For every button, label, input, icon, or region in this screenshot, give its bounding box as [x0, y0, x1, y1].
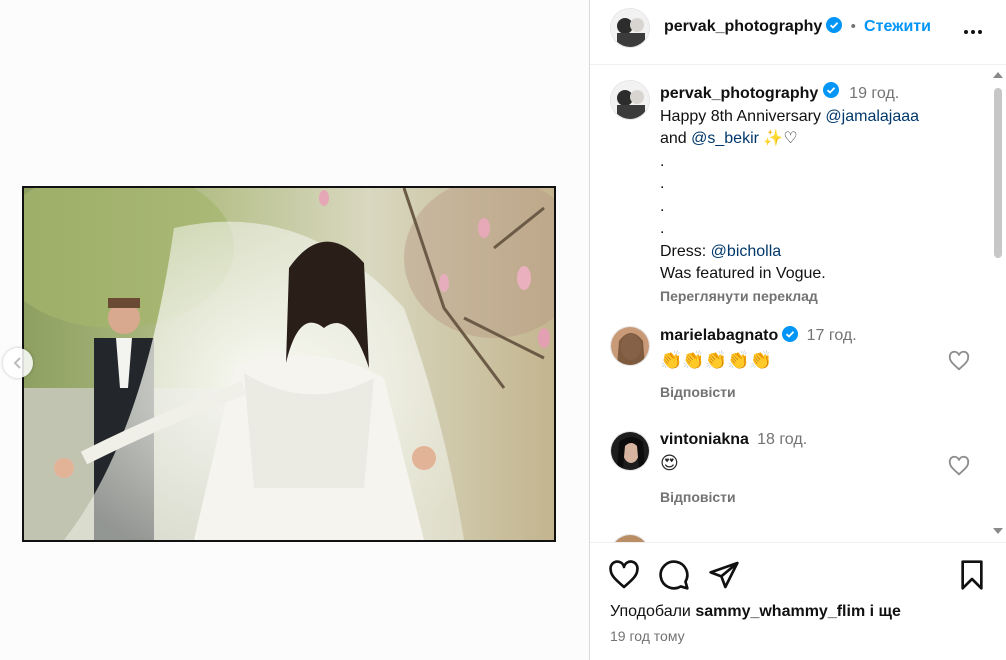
comment-text: 😍: [660, 453, 679, 473]
like-comment-button[interactable]: [948, 350, 970, 372]
caption-avatar[interactable]: [610, 80, 650, 120]
avatar-image: [611, 432, 649, 470]
comment-body: marielabagnato 17 год. 👏👏👏👏👏 Відповісти: [660, 326, 920, 400]
post-username[interactable]: pervak_photography: [664, 18, 822, 35]
caption-dot: .: [660, 197, 665, 215]
like-comment-button[interactable]: [948, 455, 970, 477]
comment-time[interactable]: 17 год.: [807, 327, 857, 344]
bookmark-icon: [961, 560, 983, 590]
header-user-row: pervak_photography • Стежити: [664, 17, 931, 37]
reply-button[interactable]: Відповісти: [660, 489, 736, 505]
comment-item: vintoniakna 18 год. 😍 Відповісти: [590, 431, 990, 511]
likes-suffix[interactable]: і ще: [865, 603, 901, 620]
comment-time[interactable]: 18 год.: [757, 431, 807, 448]
share-button[interactable]: [708, 559, 740, 591]
caption-dress-line: Dress: @bicholla: [660, 241, 980, 264]
caption-header: pervak_photography 19 год.: [660, 82, 980, 106]
separator-dot: •: [850, 17, 856, 35]
caption-text: and: [660, 130, 692, 147]
sparkle-emoji: ✨: [763, 130, 784, 147]
comment-username[interactable]: vintoniakna: [660, 431, 749, 448]
caption-vogue-line: Was featured in Vogue.: [660, 265, 826, 282]
scroll-up-arrow[interactable]: [993, 72, 1003, 78]
see-translation-link[interactable]: Переглянути переклад: [660, 286, 980, 306]
caption-line-1: Happy 8th Anniversary @jamalajaaa: [660, 106, 980, 129]
comments-scroll-area[interactable]: pervak_photography 19 год. Happy 8th Ann…: [590, 66, 1006, 542]
post-caption: pervak_photography 19 год. Happy 8th Ann…: [660, 82, 980, 306]
caption-dot: .: [660, 220, 665, 237]
comment-item: [590, 534, 990, 542]
caption-line-2: and @s_bekir ✨♡: [660, 128, 980, 151]
likes-prefix: Уподобали: [610, 603, 696, 620]
heart-icon: [948, 455, 970, 476]
verified-icon: [822, 82, 839, 106]
heart-icon: [948, 350, 970, 371]
comment-avatar[interactable]: [610, 534, 650, 542]
more-icon: [964, 30, 982, 34]
post-side-pane: pervak_photography • Стежити pervak_phot…: [589, 0, 1006, 660]
mention-link[interactable]: @bicholla: [711, 243, 782, 260]
reply-button[interactable]: Відповісти: [660, 384, 736, 400]
scroll-thumb[interactable]: [994, 88, 1002, 258]
mention-link[interactable]: @jamalajaaa: [825, 108, 919, 125]
caption-text: Dress:: [660, 242, 711, 260]
likes-summary: Уподобали sammy_whammy_flim і ще: [610, 603, 901, 621]
post-header: pervak_photography • Стежити: [590, 0, 1006, 65]
heart-icon: [609, 560, 639, 589]
caption-text: Happy 8th Anniversary: [660, 107, 826, 125]
caption-dot: .: [660, 152, 665, 170]
previous-photo-button[interactable]: [3, 348, 33, 378]
caption-dot: .: [660, 175, 665, 192]
save-button[interactable]: [956, 559, 988, 591]
liked-by-username[interactable]: sammy_whammy_flim: [695, 603, 865, 620]
avatar-image: [611, 81, 649, 119]
verified-icon: [782, 326, 799, 346]
wedding-photo-illustration: [24, 188, 554, 540]
scroll-down-arrow[interactable]: [993, 528, 1003, 534]
comment-avatar[interactable]: [610, 326, 650, 366]
avatar-image: [611, 9, 649, 47]
comment-username[interactable]: marielabagnato: [660, 327, 778, 344]
media-pane: [0, 0, 589, 660]
chevron-left-icon: [13, 357, 21, 369]
comment-icon: [659, 560, 689, 590]
comment-item: marielabagnato 17 год. 👏👏👏👏👏 Відповісти: [590, 326, 990, 406]
avatar-image: [611, 327, 649, 365]
comment-avatar[interactable]: [610, 431, 650, 471]
comment-body: vintoniakna 18 год. 😍 Відповісти: [660, 431, 920, 505]
mention-link[interactable]: @s_bekir: [691, 130, 759, 147]
follow-button[interactable]: Стежити: [864, 18, 931, 35]
caption-time[interactable]: 19 год.: [849, 85, 899, 102]
avatar[interactable]: [610, 8, 650, 48]
scrollbar[interactable]: [990, 66, 1006, 542]
avatar-image: [611, 535, 649, 542]
heart-emoji: ♡: [783, 130, 798, 147]
comment-text: 👏👏👏👏👏: [660, 350, 773, 370]
more-options-button[interactable]: [961, 20, 985, 44]
like-button[interactable]: [608, 559, 640, 591]
post-timestamp[interactable]: 19 год тому: [610, 628, 685, 644]
share-icon: [709, 561, 739, 589]
post-actions-bar: Уподобали sammy_whammy_flim і ще 19 год …: [590, 542, 1006, 660]
comment-button[interactable]: [658, 559, 690, 591]
verified-icon: [826, 17, 843, 37]
post-photo[interactable]: [22, 186, 556, 542]
caption-username[interactable]: pervak_photography: [660, 85, 818, 102]
